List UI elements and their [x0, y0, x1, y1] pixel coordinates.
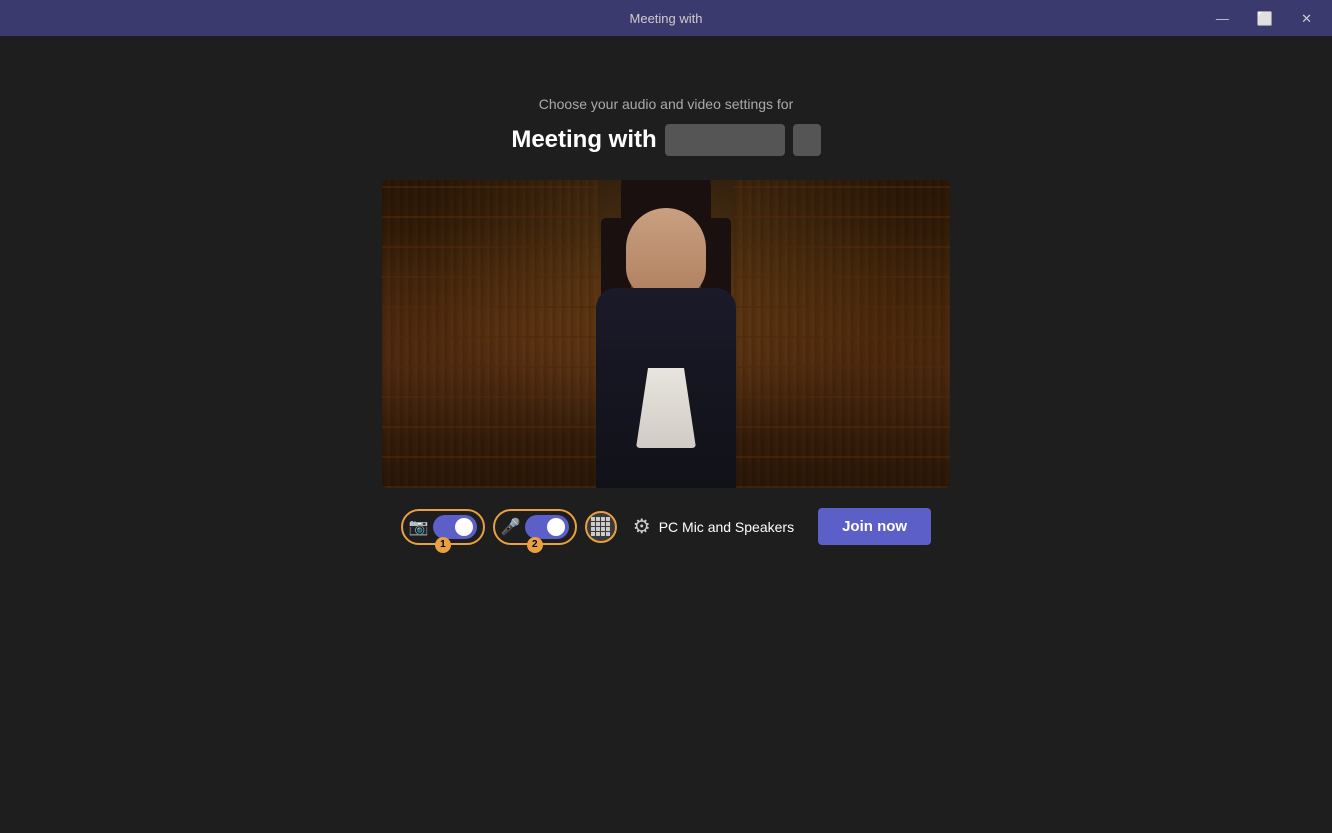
video-preview	[382, 180, 950, 488]
noise-dot	[596, 517, 600, 521]
camera-toggle[interactable]	[433, 515, 477, 539]
mic-toggle[interactable]	[525, 515, 569, 539]
speaker-label: PC Mic and Speakers	[659, 519, 794, 535]
noise-suppression-button[interactable]	[585, 511, 617, 543]
meeting-title-row: Meeting with	[511, 124, 820, 156]
restore-button[interactable]: ⬜	[1253, 10, 1277, 27]
mic-group[interactable]: 🎤 2	[493, 509, 577, 545]
minimize-button[interactable]: —	[1212, 10, 1233, 27]
main-content: Choose your audio and video settings for…	[0, 36, 1332, 833]
noise-icon-grid	[591, 517, 610, 536]
close-button[interactable]: ✕	[1297, 10, 1316, 27]
meeting-title-redacted2	[793, 124, 821, 156]
noise-dot	[601, 522, 605, 526]
noise-dot	[596, 532, 600, 536]
noise-dot	[591, 517, 595, 521]
head	[626, 208, 706, 298]
noise-dot	[606, 532, 610, 536]
titlebar: Meeting with — ⬜ ✕	[0, 0, 1332, 36]
mic-icon: 🎤	[501, 517, 521, 537]
mic-badge: 2	[527, 537, 543, 553]
camera-badge: 1	[435, 537, 451, 553]
noise-dot	[601, 532, 605, 536]
noise-dot	[606, 517, 610, 521]
meeting-title-redacted	[665, 124, 785, 156]
noise-dot	[601, 517, 605, 521]
meeting-title-prefix: Meeting with	[511, 126, 656, 154]
person-silhouette	[566, 228, 766, 488]
noise-dot	[591, 522, 595, 526]
noise-dot	[606, 522, 610, 526]
noise-dot	[591, 527, 595, 531]
noise-dot	[591, 532, 595, 536]
titlebar-title: Meeting with	[630, 11, 703, 26]
camera-icon: 📷	[409, 517, 429, 537]
join-now-button[interactable]: Join now	[818, 508, 931, 545]
titlebar-controls: — ⬜ ✕	[1212, 10, 1316, 27]
shelf-right	[734, 180, 950, 488]
gear-icon[interactable]: ⚙	[633, 514, 651, 539]
settings-area: ⚙ PC Mic and Speakers	[633, 514, 794, 539]
noise-dot	[596, 522, 600, 526]
noise-dot	[601, 527, 605, 531]
camera-group[interactable]: 📷 1	[401, 509, 485, 545]
subtitle-text: Choose your audio and video settings for	[539, 96, 794, 112]
noise-dot	[596, 527, 600, 531]
noise-dot	[606, 527, 610, 531]
controls-wrapper: 📷 1 🎤 2	[401, 508, 931, 545]
